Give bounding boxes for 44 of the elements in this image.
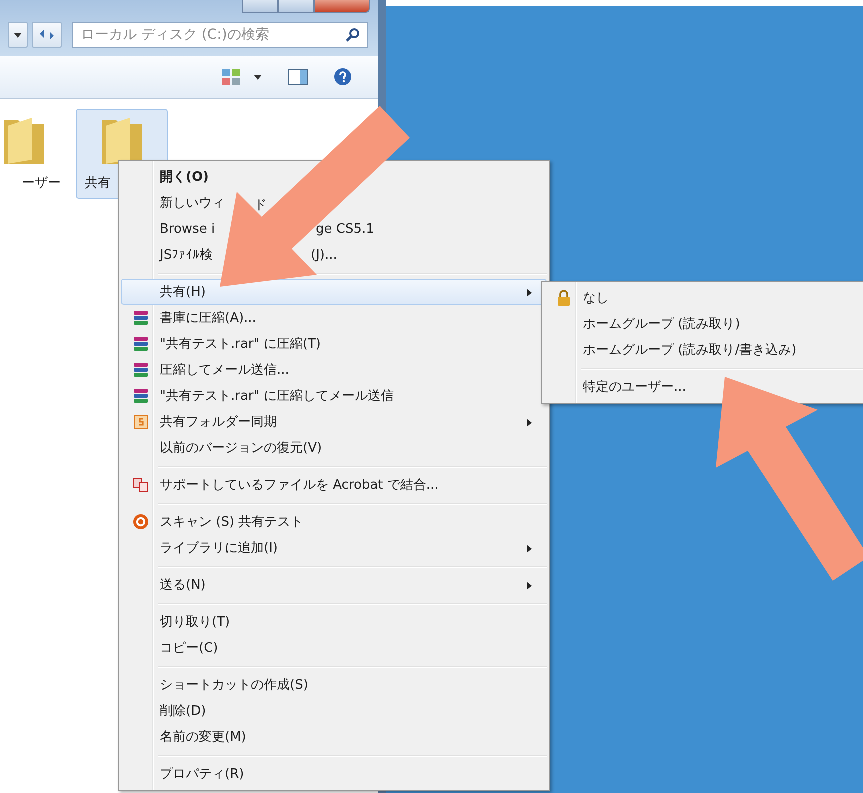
lock-icon	[557, 290, 571, 306]
folder-item[interactable]: ーザー	[0, 109, 70, 199]
menu-item[interactable]: 特定のユーザー...	[544, 374, 863, 400]
sync-icon	[134, 415, 148, 429]
documents-icon	[133, 477, 149, 493]
search-icon	[346, 28, 360, 42]
menu-item-text: (J)...	[311, 248, 338, 263]
menu-item-text: ge CS5.1	[316, 222, 374, 237]
maximize-button[interactable]	[278, 0, 314, 13]
menu-item[interactable]: ショートカットの作成(S)	[121, 672, 547, 698]
scan-icon	[133, 514, 149, 530]
search-field[interactable]: ローカル ディスク (C:)の検索	[72, 22, 368, 48]
menu-item[interactable]: 名前の変更(M)	[121, 724, 547, 750]
menu-item[interactable]: なし	[544, 285, 863, 311]
preview-pane-icon[interactable]	[288, 69, 308, 85]
books-icon	[133, 336, 149, 352]
menu-item[interactable]: JSﾌｧｲﾙ検 (J)...	[121, 242, 547, 268]
menu-item[interactable]: プロパティ(R)	[121, 761, 547, 787]
menu-item[interactable]: 共有(H)	[121, 279, 547, 305]
refresh-button[interactable]	[32, 22, 62, 48]
caret-icon	[14, 32, 22, 38]
menu-item[interactable]: サポートしているファイルを Acrobat で結合...	[121, 472, 547, 498]
folder-name: 共有	[85, 175, 111, 192]
menu-item[interactable]: コピー(C)	[121, 635, 547, 661]
menu-item[interactable]: ライブラリに追加(I)	[121, 535, 547, 561]
menu-item[interactable]: 送る(N)	[121, 572, 547, 598]
books-icon	[133, 310, 149, 326]
menu-item[interactable]: 削除(D)	[121, 698, 547, 724]
caret-icon[interactable]	[254, 74, 262, 80]
view-icon[interactable]	[222, 69, 240, 85]
menu-item[interactable]: ホームグループ (読み取り)	[544, 311, 863, 337]
books-icon	[133, 362, 149, 378]
menu-item[interactable]: ホームグループ (読み取り/書き込み)	[544, 337, 863, 363]
menu-item[interactable]: 以前のバージョンの復元(V)	[121, 435, 547, 461]
minimize-button[interactable]	[242, 0, 278, 13]
menu-item[interactable]: スキャン (S) 共有テスト	[121, 509, 547, 535]
menu-item[interactable]: 共有フォルダー同期	[121, 409, 547, 435]
help-icon[interactable]	[334, 68, 352, 86]
menu-item[interactable]: Browse i ge CS5.1	[121, 216, 547, 242]
folder-name: ーザー	[22, 175, 61, 192]
dropdown-button[interactable]	[8, 22, 28, 48]
menu-item-text: ド	[254, 197, 267, 214]
books-icon	[133, 388, 149, 404]
menu-item[interactable]: 切り取り(T)	[121, 609, 547, 635]
